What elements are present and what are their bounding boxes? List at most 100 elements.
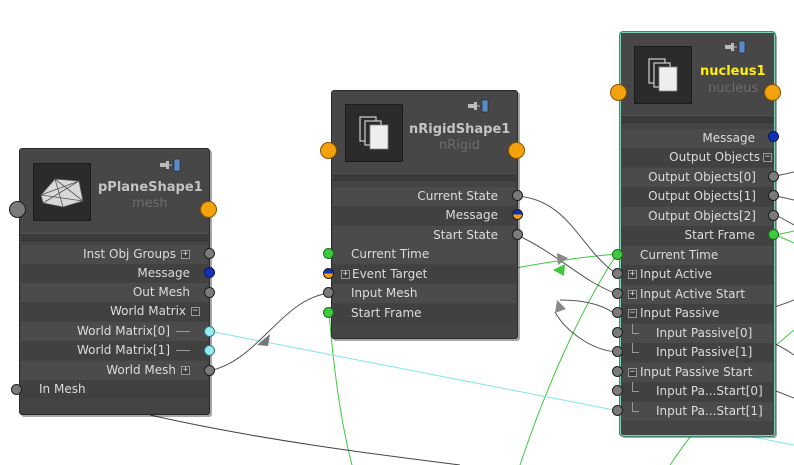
node-title: nucleus1 bbox=[700, 64, 766, 79]
expand-button[interactable]: + bbox=[181, 366, 190, 375]
port-input-passive-start[interactable] bbox=[612, 366, 623, 377]
port-start-frame[interactable] bbox=[323, 307, 334, 318]
port-nrigid-input-main[interactable] bbox=[320, 142, 337, 159]
port-input-active-start[interactable] bbox=[612, 288, 623, 299]
port-input-passive[interactable] bbox=[612, 307, 623, 318]
attr-input-passive[interactable]: − Input Passive bbox=[622, 304, 773, 323]
child-bracket bbox=[632, 324, 639, 334]
expand-button[interactable]: + bbox=[628, 270, 637, 279]
port-input-passive-0[interactable] bbox=[612, 327, 623, 338]
node-pplaneshape1[interactable]: pPlaneShape1 mesh Inst Obj Groups + Mess… bbox=[19, 148, 210, 415]
collapse-button[interactable]: − bbox=[628, 368, 637, 377]
port-input-pa-start-1[interactable] bbox=[612, 405, 623, 416]
port-message[interactable] bbox=[204, 267, 215, 278]
attr-label: Input Pa...Start[0] bbox=[656, 384, 763, 398]
attr-label: World Matrix[1] bbox=[77, 343, 170, 357]
port-start-frame[interactable] bbox=[768, 229, 779, 240]
port-nucleus-input-main[interactable] bbox=[610, 84, 627, 101]
pin-icon[interactable] bbox=[159, 158, 181, 172]
port-start-state[interactable] bbox=[512, 229, 523, 240]
attr-start-state[interactable]: Start State bbox=[333, 226, 516, 245]
collapse-button[interactable]: − bbox=[763, 153, 772, 162]
attr-input-passive-start[interactable]: − Input Passive Start bbox=[622, 363, 773, 382]
attr-current-time[interactable]: Current Time bbox=[622, 246, 773, 265]
attr-output-objects-1[interactable]: Output Objects[1] bbox=[622, 187, 773, 206]
port-nrigid-output-main[interactable] bbox=[508, 142, 525, 159]
wire-passive-in-4[interactable] bbox=[775, 390, 794, 399]
wire-current-state-to-active[interactable] bbox=[516, 195, 618, 275]
port-input-mesh[interactable] bbox=[323, 287, 334, 298]
port-world-mesh[interactable] bbox=[204, 365, 215, 376]
port-output-objects-1[interactable] bbox=[768, 190, 779, 201]
pin-icon[interactable] bbox=[724, 40, 746, 54]
wire-worldmesh-to-inputmesh[interactable] bbox=[208, 292, 330, 372]
expand-button[interactable]: + bbox=[341, 270, 350, 279]
port-pplane-output-main[interactable] bbox=[200, 201, 217, 218]
port-current-time[interactable] bbox=[612, 249, 623, 260]
attr-output-objects-2[interactable]: Output Objects[2] bbox=[622, 207, 773, 226]
port-output-objects-2[interactable] bbox=[768, 210, 779, 221]
attr-current-state[interactable]: Current State bbox=[333, 187, 516, 206]
attr-inst-obj-groups[interactable]: Inst Obj Groups + bbox=[21, 245, 208, 264]
attr-world-matrix[interactable]: World Matrix − bbox=[21, 302, 208, 321]
attr-output-objects-0[interactable]: Output Objects[0] bbox=[622, 168, 773, 187]
expand-button[interactable]: + bbox=[181, 250, 190, 259]
port-pplane-input-main[interactable] bbox=[9, 201, 26, 218]
attr-label: Input Active Start bbox=[640, 287, 746, 301]
port-in-mesh[interactable] bbox=[11, 384, 22, 395]
port-nucleus-output-main[interactable] bbox=[764, 84, 781, 101]
port-inst-obj-groups[interactable] bbox=[204, 248, 215, 259]
node-title: nRigidShape1 bbox=[409, 122, 511, 137]
attr-start-frame[interactable]: Start Frame bbox=[622, 226, 773, 245]
port-message[interactable] bbox=[768, 131, 779, 142]
attr-input-passive-1[interactable]: Input Passive[1] bbox=[622, 343, 773, 362]
attr-message[interactable]: Message bbox=[333, 206, 516, 225]
wire-passive-in-3[interactable] bbox=[554, 311, 618, 353]
attr-label: World Matrix[0] bbox=[77, 324, 170, 338]
wire-pplane-bottom[interactable] bbox=[149, 414, 461, 465]
port-event-target[interactable] bbox=[323, 268, 334, 279]
expand-button[interactable]: + bbox=[628, 290, 637, 299]
port-world-matrix-0[interactable] bbox=[204, 326, 215, 337]
wire-green-down-2[interactable] bbox=[519, 253, 618, 465]
attr-input-mesh[interactable]: Input Mesh bbox=[333, 284, 516, 303]
attr-input-passive-0[interactable]: Input Passive[0] bbox=[622, 324, 773, 343]
attr-input-pa-start-0[interactable]: Input Pa...Start[0] bbox=[622, 382, 773, 401]
arrow-gray-3 bbox=[555, 300, 566, 313]
attr-in-mesh[interactable]: In Mesh bbox=[21, 380, 208, 399]
attr-out-mesh[interactable]: Out Mesh bbox=[21, 283, 208, 302]
pin-icon[interactable] bbox=[467, 99, 489, 113]
port-input-pa-start-0[interactable] bbox=[612, 385, 623, 396]
port-output-objects-0[interactable] bbox=[768, 171, 779, 182]
arrow-gray-1 bbox=[257, 334, 270, 346]
attr-world-mesh[interactable]: World Mesh + bbox=[21, 361, 208, 380]
attr-current-time[interactable]: Current Time bbox=[333, 245, 516, 264]
port-current-state[interactable] bbox=[512, 190, 523, 201]
attr-label: Message bbox=[137, 266, 190, 280]
attr-input-active-start[interactable]: + Input Active Start bbox=[622, 285, 773, 304]
node-nucleus1[interactable]: nucleus1 nucleus Message Output Objects … bbox=[620, 32, 775, 436]
attr-start-frame[interactable]: Start Frame bbox=[333, 304, 516, 323]
node-subtitle: mesh bbox=[132, 196, 168, 211]
port-input-passive-1[interactable] bbox=[612, 346, 623, 357]
attr-label: Input Passive[1] bbox=[656, 345, 753, 359]
attr-input-active[interactable]: + Input Active bbox=[622, 265, 773, 284]
collapse-button[interactable]: − bbox=[191, 307, 200, 316]
port-out-mesh[interactable] bbox=[204, 287, 215, 298]
collapse-button[interactable]: − bbox=[628, 309, 637, 318]
attr-input-pa-start-1[interactable]: Input Pa...Start[1] bbox=[622, 402, 773, 421]
wire-start-state-to-active-start[interactable] bbox=[516, 234, 618, 295]
attr-world-matrix-0[interactable]: World Matrix[0] bbox=[21, 322, 208, 341]
port-input-active[interactable] bbox=[612, 268, 623, 279]
port-world-matrix-1[interactable] bbox=[204, 345, 215, 356]
attr-output-objects[interactable]: Output Objects − bbox=[622, 148, 773, 167]
attr-label: Message bbox=[702, 131, 755, 145]
node-nrigidshape1[interactable]: nRigidShape1 nRigid Current State Messag… bbox=[331, 90, 518, 339]
attr-event-target[interactable]: + Event Target bbox=[333, 265, 516, 284]
port-message[interactable] bbox=[512, 209, 523, 220]
attr-message[interactable]: Message bbox=[21, 264, 208, 283]
attr-message[interactable]: Message bbox=[622, 129, 773, 148]
node-title: pPlaneShape1 bbox=[98, 180, 203, 195]
attr-world-matrix-1[interactable]: World Matrix[1] bbox=[21, 341, 208, 360]
port-current-time[interactable] bbox=[323, 248, 334, 259]
